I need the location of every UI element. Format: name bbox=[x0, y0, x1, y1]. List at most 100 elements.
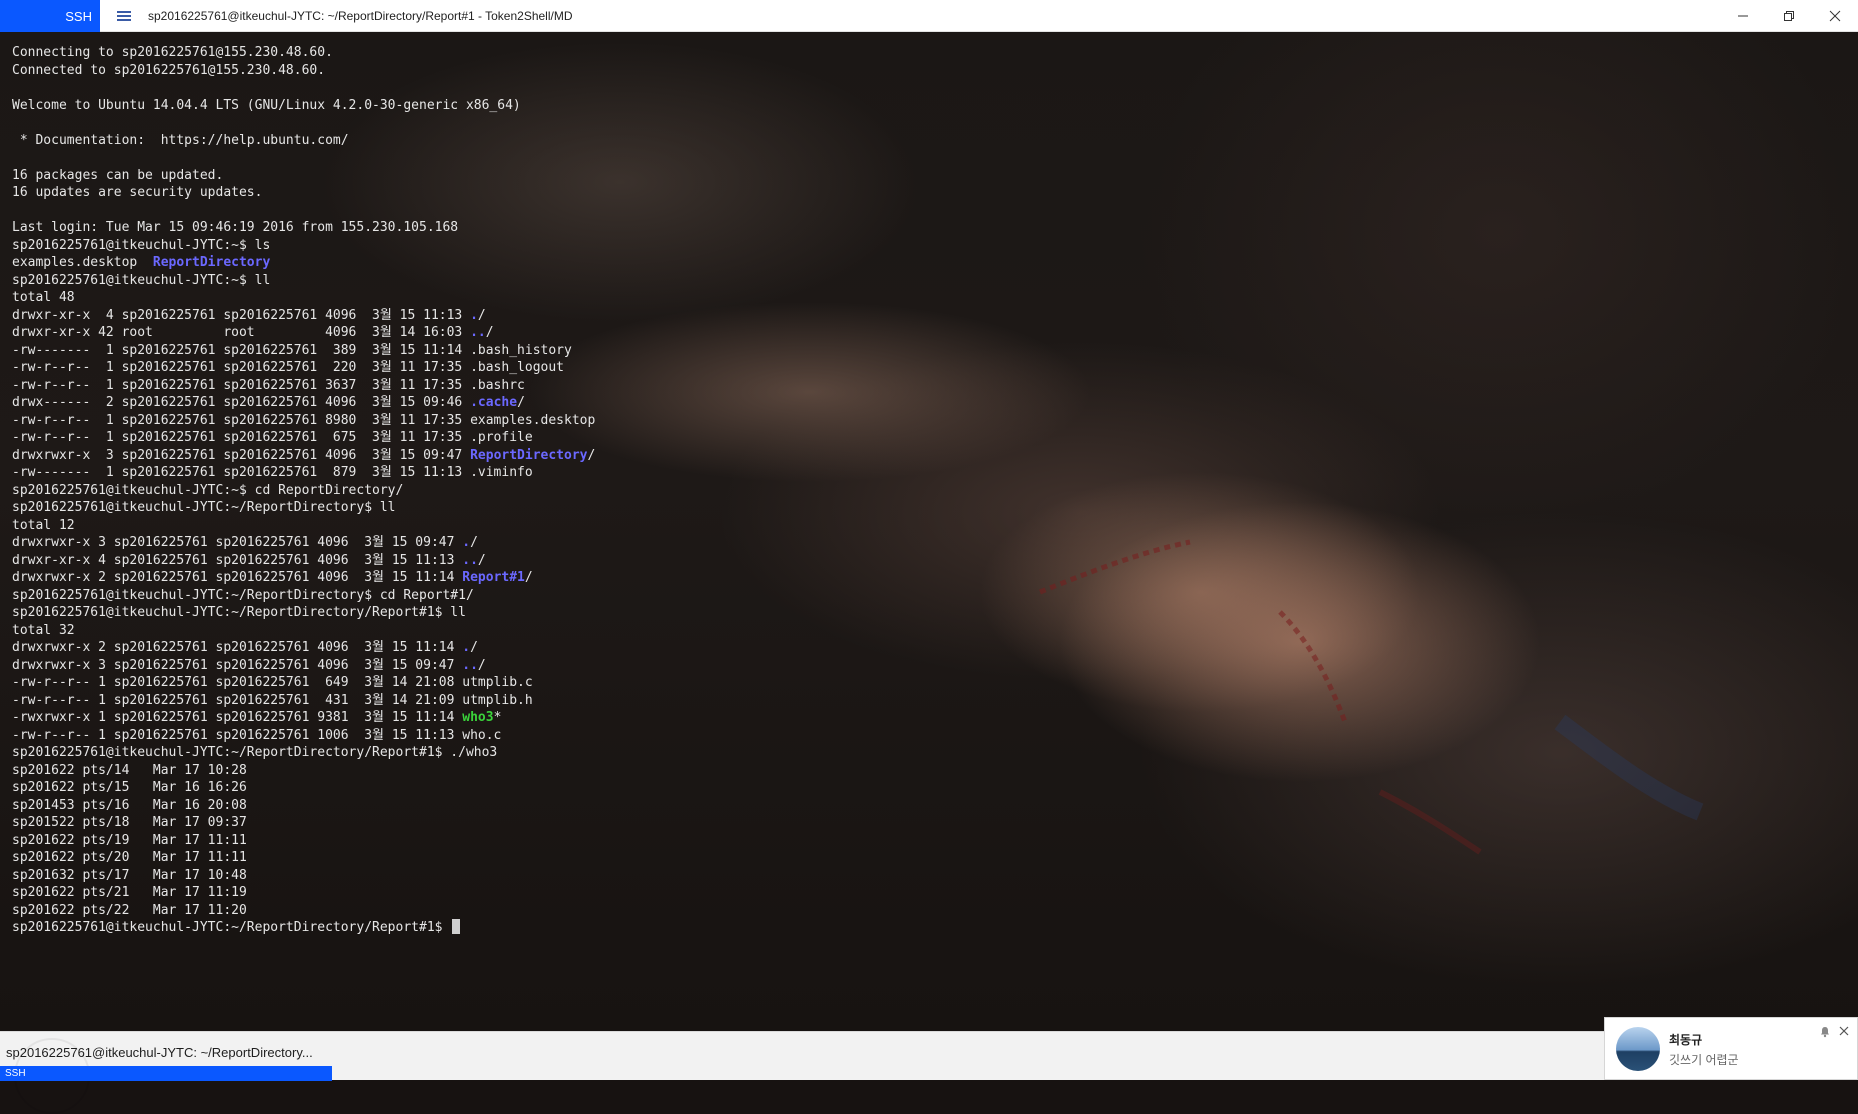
ssh-badge[interactable]: SSH bbox=[0, 0, 100, 32]
terminal-line: -rw-r--r-- 1 sp2016225761 sp2016225761 6… bbox=[12, 429, 595, 447]
terminal-text: -rw-r--r-- 1 sp2016225761 sp2016225761 6… bbox=[12, 430, 533, 445]
terminal-text: -rwxrwxr-x 1 sp2016225761 sp2016225761 9… bbox=[12, 710, 463, 725]
terminal-line: drwxrwxr-x 2 sp2016225761 sp2016225761 4… bbox=[12, 569, 595, 587]
terminal-text: Connected to sp2016225761@155.230.48.60. bbox=[12, 62, 326, 78]
terminal-text: total 12 bbox=[12, 517, 75, 533]
terminal-line: total 48 bbox=[12, 289, 595, 307]
terminal-text: sp2016225761@itkeuchul-JYTC:~/ReportDire… bbox=[12, 605, 466, 620]
terminal-text: / bbox=[587, 447, 596, 463]
terminal-text: / bbox=[477, 552, 486, 568]
terminal-line: sp201622 pts/22 Mar 17 11:20 bbox=[12, 902, 595, 920]
terminal-lines: Connecting to sp2016225761@155.230.48.60… bbox=[12, 44, 595, 937]
terminal-line: Welcome to Ubuntu 14.04.4 LTS (GNU/Linux… bbox=[12, 97, 595, 115]
terminal-line: total 12 bbox=[12, 517, 595, 535]
terminal-line: sp201522 pts/18 Mar 17 09:37 bbox=[12, 814, 595, 832]
terminal-text: drwxrwxr-x 3 sp2016225761 sp2016225761 4… bbox=[12, 535, 463, 550]
terminal-line: drwxr-xr-x 42 root root 4096 3월 14 16:03… bbox=[12, 324, 595, 342]
notification-sender: 최동규 bbox=[1669, 1033, 1703, 1047]
terminal-text: -rw-r--r-- 1 sp2016225761 sp2016225761 4… bbox=[12, 692, 533, 708]
terminal-text: examples.desktop bbox=[12, 255, 153, 270]
terminal-output[interactable]: Connecting to sp2016225761@155.230.48.60… bbox=[0, 32, 1858, 1031]
terminal-line: -rwxrwxr-x 1 sp2016225761 sp2016225761 9… bbox=[12, 709, 595, 727]
minimize-button[interactable] bbox=[1720, 0, 1766, 32]
terminal-text: -rw-r--r-- 1 sp2016225761 sp2016225761 3… bbox=[12, 377, 525, 393]
directory-name: .. bbox=[462, 552, 478, 568]
close-icon bbox=[1829, 10, 1841, 22]
terminal-text: Welcome to Ubuntu 14.04.4 LTS (GNU/Linux… bbox=[12, 97, 521, 113]
terminal-line: Connecting to sp2016225761@155.230.48.60… bbox=[12, 44, 595, 62]
terminal-text: sp2016225761@itkeuchul-JYTC:~/ReportDire… bbox=[12, 500, 396, 515]
directory-name: ReportDirectory bbox=[470, 447, 588, 463]
terminal-text: drwxrwxr-x 2 sp2016225761 sp2016225761 4… bbox=[12, 640, 463, 655]
close-window-button[interactable] bbox=[1812, 0, 1858, 32]
directory-name: .cache bbox=[470, 395, 518, 410]
close-icon[interactable] bbox=[1837, 1024, 1851, 1038]
terminal-text: 16 packages can be updated. bbox=[12, 167, 224, 183]
directory-name: Report#1 bbox=[462, 570, 525, 585]
terminal-line: -rw------- 1 sp2016225761 sp2016225761 8… bbox=[12, 464, 595, 482]
directory-name: . bbox=[462, 535, 471, 550]
terminal-line: sp2016225761@itkeuchul-JYTC:~/ReportDire… bbox=[12, 499, 595, 517]
directory-name: . bbox=[470, 307, 478, 323]
terminal-text: / bbox=[470, 535, 478, 550]
terminal-line: sp201622 pts/21 Mar 17 11:19 bbox=[12, 884, 595, 902]
terminal-line: 16 packages can be updated. bbox=[12, 167, 595, 185]
directory-name: ReportDirectory bbox=[152, 255, 271, 270]
terminal-line: sp201622 pts/20 Mar 17 11:11 bbox=[12, 849, 595, 867]
terminal-text: -rw------- 1 sp2016225761 sp2016225761 3… bbox=[12, 342, 572, 358]
terminal-text: -rw-r--r-- 1 sp2016225761 sp2016225761 2… bbox=[12, 360, 564, 375]
bell-icon[interactable] bbox=[1819, 1026, 1831, 1038]
ssh-session-tab[interactable]: SSH bbox=[0, 1066, 332, 1081]
terminal-line: 16 updates are security updates. bbox=[12, 184, 595, 202]
restore-button[interactable] bbox=[1766, 0, 1812, 32]
terminal-text: Connecting to sp2016225761@155.230.48.60… bbox=[12, 45, 333, 60]
terminal-line: drwx------ 2 sp2016225761 sp2016225761 4… bbox=[12, 394, 595, 412]
avatar bbox=[1616, 1027, 1660, 1071]
terminal-line: sp2016225761@itkeuchul-JYTC:~/ReportDire… bbox=[12, 744, 595, 762]
session-label[interactable]: sp2016225761@itkeuchul-JYTC: ~/ReportDir… bbox=[6, 1045, 313, 1060]
terminal-text: / bbox=[470, 640, 478, 655]
terminal-line: drwxrwxr-x 3 sp2016225761 sp2016225761 4… bbox=[12, 534, 595, 552]
terminal-text: / bbox=[477, 657, 486, 673]
terminal-text: sp2016225761@itkeuchul-JYTC:~/ReportDire… bbox=[12, 587, 474, 603]
terminal-text: sp201622 pts/20 Mar 17 11:11 bbox=[12, 850, 247, 865]
executable-name: who3 bbox=[462, 710, 494, 725]
terminal-line: Connected to sp2016225761@155.230.48.60. bbox=[12, 62, 595, 80]
notification-toast[interactable]: 최동규 깃쓰기 어렵군 bbox=[1604, 1017, 1858, 1080]
terminal-line: drwxrwxr-x 3 sp2016225761 sp2016225761 4… bbox=[12, 657, 595, 675]
notification-message: 깃쓰기 어렵군 bbox=[1669, 1053, 1739, 1067]
terminal-text: sp201632 pts/17 Mar 17 10:48 bbox=[12, 867, 247, 883]
terminal-line: sp2016225761@itkeuchul-JYTC:~/ReportDire… bbox=[12, 587, 595, 605]
terminal-line: -rw-r--r-- 1 sp2016225761 sp2016225761 1… bbox=[12, 727, 595, 745]
terminal-line: drwxrwxr-x 2 sp2016225761 sp2016225761 4… bbox=[12, 639, 595, 657]
terminal-text: sp2016225761@itkeuchul-JYTC:~$ ll bbox=[12, 272, 271, 288]
terminal-text: 16 updates are security updates. bbox=[12, 185, 263, 200]
terminal-line: sp2016225761@itkeuchul-JYTC:~$ cd Report… bbox=[12, 482, 595, 500]
terminal-text: / bbox=[485, 325, 494, 340]
terminal-line: -rw-r--r-- 1 sp2016225761 sp2016225761 4… bbox=[12, 692, 595, 710]
terminal-line: drwxrwxr-x 3 sp2016225761 sp2016225761 4… bbox=[12, 447, 595, 465]
terminal-line: total 32 bbox=[12, 622, 595, 640]
terminal-line: sp201622 pts/14 Mar 17 10:28 bbox=[12, 762, 595, 780]
terminal-cursor[interactable] bbox=[452, 919, 461, 934]
terminal-text: total 48 bbox=[12, 290, 75, 305]
terminal-line: sp2016225761@itkeuchul-JYTC:~/ReportDire… bbox=[12, 919, 595, 937]
status-bar: sp2016225761@itkeuchul-JYTC: ~/ReportDir… bbox=[0, 1031, 1858, 1114]
terminal-text: drwxr-xr-x 42 root root 4096 3월 14 16:03 bbox=[12, 325, 471, 340]
terminal-text: sp2016225761@itkeuchul-JYTC:~$ cd Report… bbox=[12, 482, 404, 498]
terminal-line: examples.desktop ReportDirectory bbox=[12, 254, 595, 272]
terminal-text: sp201453 pts/16 Mar 16 20:08 bbox=[12, 797, 247, 813]
terminal-text: -rw-r--r-- 1 sp2016225761 sp2016225761 1… bbox=[12, 727, 502, 743]
directory-name: .. bbox=[470, 325, 486, 340]
title-bar: SSH sp2016225761@itkeuchul-JYTC: ~/Repor… bbox=[0, 0, 1858, 32]
terminal-line: drwxr-xr-x 4 sp2016225761 sp2016225761 4… bbox=[12, 307, 595, 325]
terminal-line: sp201632 pts/17 Mar 17 10:48 bbox=[12, 867, 595, 885]
terminal-text: sp201622 pts/15 Mar 16 16:26 bbox=[12, 780, 247, 795]
terminal-text: -rw------- 1 sp2016225761 sp2016225761 8… bbox=[12, 465, 533, 480]
hamburger-menu-icon[interactable] bbox=[112, 6, 140, 26]
terminal-text: Last login: Tue Mar 15 09:46:19 2016 fro… bbox=[12, 220, 459, 235]
terminal-text: * Documentation: https://help.ubuntu.com… bbox=[12, 132, 349, 148]
terminal-line: drwxr-xr-x 4 sp2016225761 sp2016225761 4… bbox=[12, 552, 595, 570]
directory-name: .. bbox=[462, 657, 478, 673]
